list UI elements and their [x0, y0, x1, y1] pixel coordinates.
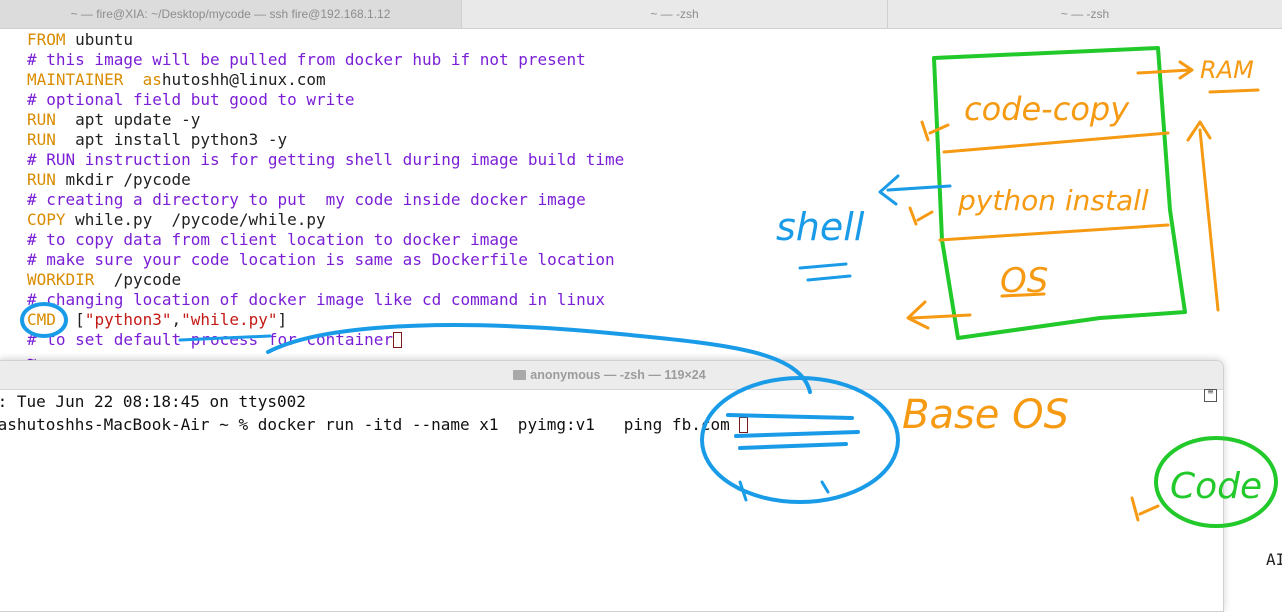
arrow-icon [908, 206, 934, 226]
keyword: RUN [27, 170, 56, 189]
keyword: COPY [27, 210, 66, 229]
os-label: OS [1000, 261, 1048, 301]
comment-line: # make sure your code location is same a… [27, 250, 615, 269]
offscreen-text: AI [1266, 550, 1282, 569]
code-text: as [123, 70, 162, 89]
keyword: MAINTAINER [27, 70, 124, 89]
comment-line: # to copy data from client location to d… [27, 230, 519, 249]
code-line: CMD ["python3","while.py"] [27, 310, 287, 330]
code-text: ubuntu [65, 30, 133, 49]
terminal-tab-bar: ~ — fire@XIA: ~/Desktop/mycode — ssh fir… [0, 0, 1282, 29]
code-line: FROM ubuntu [27, 30, 133, 50]
last-login-line: n: Tue Jun 22 08:18:45 on ttys002 [0, 392, 306, 411]
arrow-icon [1186, 120, 1220, 312]
string-literal: "python3" [84, 310, 172, 329]
arrow-icon [920, 120, 950, 142]
code-text: mkdir /pycode [55, 170, 191, 189]
comment-line: # changing location of docker image like… [27, 290, 605, 309]
code-text: apt update -y [55, 110, 201, 129]
comment-line: # RUN instruction is for getting shell d… [27, 150, 625, 169]
ram-label: RAM [1200, 56, 1254, 84]
code-text: ] [277, 310, 288, 329]
underline [1208, 88, 1260, 94]
keyword: FROM [27, 30, 66, 49]
command-line[interactable]: @ashutoshhs-MacBook-Air ~ % docker run -… [0, 415, 749, 435]
keyword: WORKDIR [27, 270, 95, 289]
terminal-title: anonymous — -zsh — 119×24 [530, 368, 706, 382]
underline [1000, 292, 1046, 298]
code-text: while.py /pycode/while.py [65, 210, 326, 229]
divider-line [938, 223, 1170, 242]
code-line: RUN apt update -y [27, 110, 200, 130]
code-text: /pycode [94, 270, 182, 289]
text-cursor [393, 332, 403, 348]
keyword: RUN [27, 110, 56, 129]
code-text: hutoshh@linux.com [161, 70, 326, 89]
command-text: @ashutoshhs-MacBook-Air ~ % docker run -… [0, 415, 740, 434]
scroll-indicator-icon[interactable]: ≡ [1204, 388, 1217, 402]
string-literal: "while.py" [181, 310, 278, 329]
tab-zsh-2[interactable]: ~ — -zsh [888, 0, 1282, 28]
terminal-titlebar[interactable]: anonymous — -zsh — 119×24 [0, 361, 1223, 390]
arrow-icon [1136, 60, 1194, 80]
keyword: RUN [27, 130, 56, 149]
shell-label: shell [776, 205, 865, 249]
code-line: # to set default process for container [27, 330, 403, 350]
comment-line: # optional field but good to write [27, 90, 355, 109]
tab-zsh-1[interactable]: ~ — -zsh [462, 0, 888, 28]
folder-icon [513, 370, 527, 380]
arrow-icon [878, 174, 952, 206]
keyword: CMD [27, 310, 56, 329]
code-line: RUN apt install python3 -y [27, 130, 287, 150]
comment-line: # creating a directory to put my code in… [27, 190, 586, 209]
divider-line [942, 131, 1170, 154]
code-line: MAINTAINER ashutoshh@linux.com [27, 70, 326, 90]
code-text: , [171, 310, 182, 329]
code-line: COPY while.py /pycode/while.py [27, 210, 326, 230]
tab-ssh-session[interactable]: ~ — fire@XIA: ~/Desktop/mycode — ssh fir… [0, 0, 462, 28]
code-copy-label: code-copy [964, 90, 1130, 128]
python-install-label: python install [957, 184, 1149, 217]
code-line: RUN mkdir /pycode [27, 170, 191, 190]
comment-text: # to set default process for container [27, 330, 394, 349]
text-cursor [739, 417, 749, 433]
underline [798, 262, 852, 282]
code-text: [ [55, 310, 85, 329]
green-box [932, 46, 1187, 340]
comment-line: # this image will be pulled from docker … [27, 50, 586, 69]
arrow-icon [906, 300, 972, 330]
code-text: apt install python3 -y [55, 130, 288, 149]
terminal-window[interactable]: anonymous — -zsh — 119×24 ≡ n: Tue Jun 2… [0, 360, 1224, 612]
code-line: WORKDIR /pycode [27, 270, 181, 290]
